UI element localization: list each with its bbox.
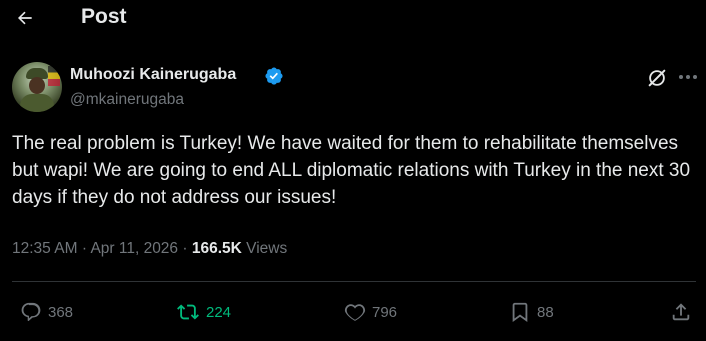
divider: [12, 281, 696, 282]
repost-button[interactable]: 224: [176, 300, 231, 324]
meta-separator: ·: [182, 240, 188, 257]
bookmark-button[interactable]: 88: [509, 300, 554, 324]
avatar-face: [29, 77, 45, 94]
grok-icon[interactable]: [646, 67, 668, 89]
arrow-left-icon: [18, 11, 32, 25]
share-icon: [672, 303, 690, 321]
reply-button[interactable]: 368: [20, 300, 73, 324]
post-date[interactable]: Apr 11, 2026: [90, 240, 178, 257]
verified-badge-icon: [265, 67, 283, 85]
post-meta: 12:35 AM · Apr 11, 2026 · 166.5K Views: [12, 240, 287, 258]
views-label: Views: [246, 240, 288, 257]
like-count: 796: [372, 303, 398, 321]
repost-icon: [177, 304, 199, 320]
page-title: Post: [81, 5, 127, 28]
views-count: 166.5K: [191, 240, 242, 257]
avatar-body: [20, 94, 54, 112]
bookmark-count: 88: [537, 303, 554, 321]
post-text: The real problem is Turkey! We have wait…: [12, 133, 691, 208]
avatar-flag: [48, 66, 60, 86]
like-button[interactable]: 796: [344, 300, 397, 324]
more-icon[interactable]: [676, 66, 700, 88]
meta-separator: ·: [81, 240, 87, 257]
author-name[interactable]: Muhoozi Kainerugaba: [70, 66, 236, 84]
bookmark-icon: [512, 302, 528, 323]
author-handle[interactable]: @mkainerugaba: [70, 91, 184, 109]
reply-count: 368: [48, 303, 74, 321]
repost-count: 224: [206, 303, 232, 321]
top-bar: Post: [0, 0, 706, 36]
reply-icon: [21, 302, 41, 321]
share-button[interactable]: [670, 300, 692, 324]
more-dots: [679, 75, 697, 79]
heart-icon: [344, 304, 366, 321]
back-button[interactable]: [10, 4, 40, 32]
avatar[interactable]: [12, 62, 62, 112]
post-time[interactable]: 12:35 AM: [12, 240, 78, 257]
